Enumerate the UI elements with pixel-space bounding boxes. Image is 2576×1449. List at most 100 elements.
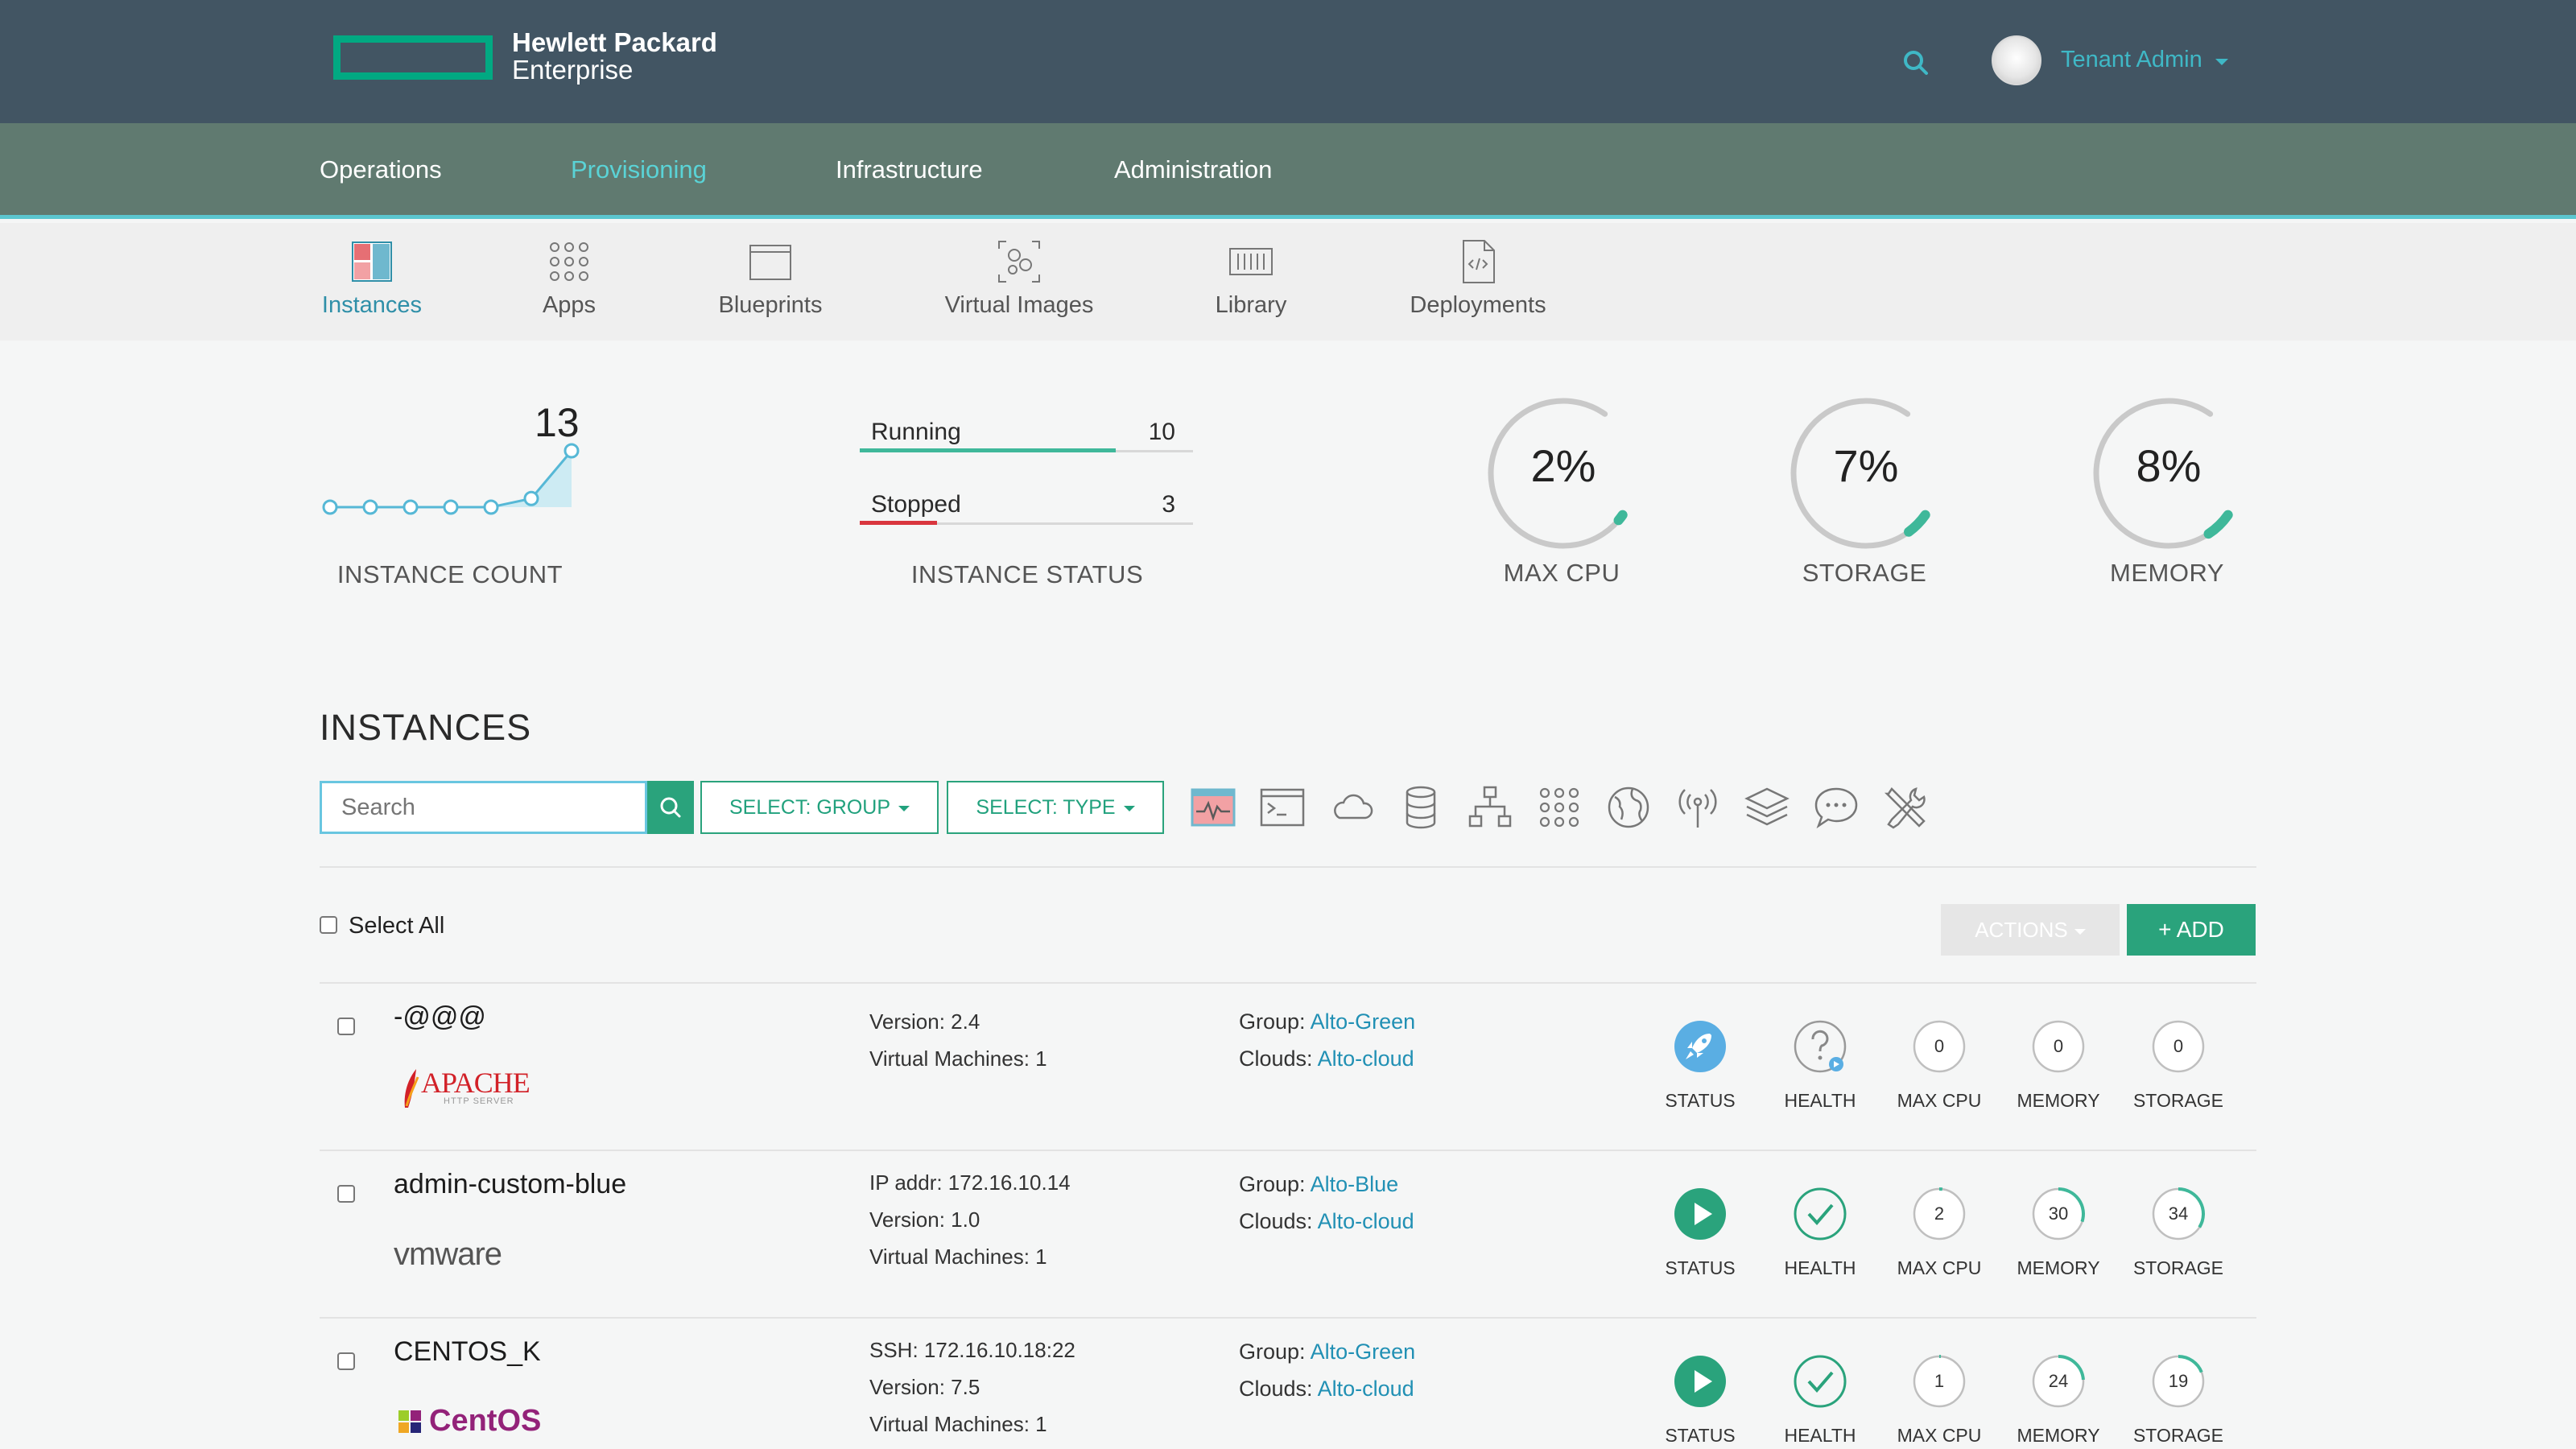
clouds-label: Clouds:	[1239, 1046, 1318, 1071]
vmware-logo: vmware	[394, 1225, 530, 1282]
info-line: Version: 2.4	[869, 1009, 980, 1034]
sparkline-point	[564, 443, 580, 459]
info-line: IP addr: 172.16.10.14	[869, 1170, 1071, 1195]
cpu-gauge-label: MAX CPU	[1503, 559, 1620, 587]
nav-operations[interactable]: Operations	[320, 155, 442, 184]
table-row[interactable]: CENTOS_K CentOS SSH: 172.16.10.18:22 Ver…	[320, 1319, 2256, 1449]
status-stopped-row: Stopped 3	[860, 475, 1193, 531]
status-stopped-bar	[860, 521, 937, 525]
info-line: Version: 7.5	[869, 1375, 980, 1399]
group-label: Group:	[1239, 1009, 1311, 1034]
instance-name[interactable]: admin-custom-blue	[394, 1169, 626, 1200]
info-line: Virtual Machines: 1	[869, 1046, 1047, 1071]
gauge-fill	[2203, 510, 2233, 539]
deployment-file-icon	[1463, 240, 1495, 283]
subnav-apps[interactable]: Apps	[505, 223, 634, 341]
clouds-link[interactable]: Alto-cloud	[1318, 1046, 1414, 1071]
brand-line-2: Enterprise	[512, 55, 634, 85]
apps-grid-icon[interactable]	[1534, 782, 1584, 832]
network-tree-icon[interactable]	[1465, 782, 1515, 832]
play-icon	[1674, 1356, 1726, 1407]
metric-label: MEMORY	[2017, 1090, 2100, 1111]
globe-icon[interactable]	[1604, 782, 1653, 832]
add-button[interactable]: + ADD	[2127, 904, 2256, 956]
select-type-dropdown[interactable]: SELECT: TYPE	[947, 781, 1164, 834]
nav-administration[interactable]: Administration	[1114, 155, 1272, 184]
storage-gauge: 7%	[1785, 393, 1946, 554]
clouds-label: Clouds:	[1239, 1209, 1318, 1233]
brand-name[interactable]: Hewlett Packard Enterprise	[512, 29, 717, 84]
nav-provisioning[interactable]: Provisioning	[571, 155, 707, 184]
status-stopped-label: Stopped	[871, 491, 961, 518]
group-link[interactable]: Alto-Blue	[1311, 1172, 1399, 1196]
sparkline-point	[483, 499, 499, 515]
sparkline-point	[322, 499, 338, 515]
subnav-deployments[interactable]: Deployments	[1389, 223, 1567, 341]
tools-icon[interactable]	[1880, 782, 1930, 832]
database-icon[interactable]	[1396, 782, 1446, 832]
cloud-icon[interactable]	[1327, 782, 1377, 832]
info-line: SSH: 172.16.10.18:22	[869, 1338, 1075, 1362]
metric-label: STORAGE	[2132, 1425, 2224, 1446]
search-button[interactable]	[647, 781, 694, 834]
memory-gauge-label: MEMORY	[2110, 559, 2224, 587]
instance-info: IP addr: 172.16.10.14 Version: 1.0 Virtu…	[869, 1164, 1071, 1275]
user-menu[interactable]: Tenant Admin	[2061, 47, 2202, 73]
metric-label: HEALTH	[1784, 1257, 1856, 1278]
memory-value: 0	[2053, 1036, 2064, 1056]
row-checkbox[interactable]	[337, 1352, 355, 1370]
metric-label: MAX CPU	[1897, 1425, 1982, 1446]
gauge-fill	[1613, 510, 1628, 526]
group-link[interactable]: Alto-Green	[1311, 1009, 1416, 1034]
group-link[interactable]: Alto-Green	[1311, 1340, 1416, 1364]
search-input[interactable]	[320, 781, 647, 834]
layers-icon[interactable]	[1742, 782, 1792, 832]
search-icon	[660, 797, 681, 818]
select-all-label: Select All	[349, 913, 445, 939]
instance-info: Version: 2.4 Virtual Machines: 1	[869, 1003, 1047, 1077]
metric-label: HEALTH	[1784, 1090, 1856, 1111]
select-all-checkbox[interactable]	[320, 916, 337, 934]
chevron-down-icon	[1123, 805, 1135, 811]
apache-logo-subtext: HTTP SERVER	[444, 1096, 514, 1106]
chat-icon[interactable]	[1811, 782, 1861, 832]
table-row[interactable]: -@@@ APACHE HTTP SERVER Version: 2.4 Vir…	[320, 984, 2256, 1150]
metric-label: HEALTH	[1784, 1425, 1856, 1446]
instance-name[interactable]: CENTOS_K	[394, 1336, 541, 1368]
subnav-blueprints[interactable]: Blueprints	[694, 223, 847, 341]
instance-count-sparkline	[322, 443, 580, 515]
subnav-label: Apps	[542, 292, 597, 318]
instance-name[interactable]: -@@@	[394, 1001, 486, 1033]
clouds-link[interactable]: Alto-cloud	[1318, 1209, 1414, 1233]
chevron-down-icon[interactable]	[2215, 59, 2228, 65]
toolbar-divider	[320, 866, 2256, 868]
storage-gauge-label: STORAGE	[1802, 559, 1927, 587]
subnav-virtual-images[interactable]: Virtual Images	[926, 223, 1113, 341]
subnav-instances[interactable]: Instances	[308, 223, 436, 341]
broadcast-icon[interactable]	[1673, 782, 1723, 832]
virtual-image-icon	[998, 241, 1040, 283]
monitor-chart-icon[interactable]	[1188, 782, 1238, 832]
terminal-icon[interactable]	[1257, 782, 1307, 832]
search-icon[interactable]	[1901, 48, 1930, 77]
select-group-dropdown[interactable]: SELECT: GROUP	[700, 781, 939, 834]
table-row[interactable]: admin-custom-blue vmware IP addr: 172.16…	[320, 1151, 2256, 1318]
centos-logo: CentOS	[394, 1393, 541, 1449]
instance-status-label: INSTANCE STATUS	[910, 560, 1144, 588]
user-avatar[interactable]	[1992, 35, 2041, 85]
centos-logo-text: CentOS	[429, 1404, 542, 1438]
nav-infrastructure[interactable]: Infrastructure	[836, 155, 983, 184]
storage-value: 19	[2168, 1371, 2189, 1391]
group-label: Group:	[1239, 1172, 1311, 1196]
row-checkbox[interactable]	[337, 1185, 355, 1203]
metric-label: MEMORY	[2017, 1425, 2100, 1446]
status-stopped-count: 3	[1162, 491, 1175, 518]
subnav-library[interactable]: Library	[1187, 223, 1315, 341]
row-checkbox[interactable]	[337, 1018, 355, 1035]
instance-group: Group: Alto-Blue Clouds: Alto-cloud	[1239, 1166, 1414, 1240]
select-group-label: SELECT: GROUP	[729, 796, 891, 819]
actions-button[interactable]: ACTIONS	[1941, 904, 2120, 956]
hpe-logo-mark[interactable]	[333, 35, 493, 80]
select-all[interactable]: Select All	[320, 913, 444, 939]
clouds-link[interactable]: Alto-cloud	[1318, 1377, 1414, 1401]
